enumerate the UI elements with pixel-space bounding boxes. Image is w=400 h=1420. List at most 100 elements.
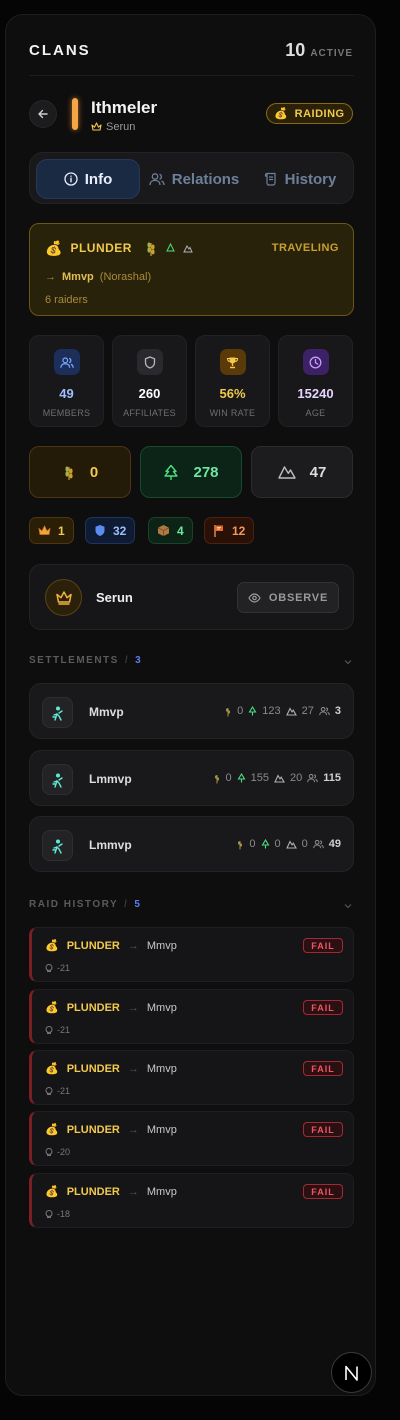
current-raid-card: 💰 PLUNDER TRAVELING → Mmvp (Norashal) 6 … [29, 223, 354, 316]
settlement-wood: 0 [274, 838, 281, 850]
tab-info[interactable]: Info [36, 159, 140, 199]
raid-history-row[interactable]: 💰 PLUNDER → Mmvp FAIL -18 [29, 1173, 354, 1228]
mountain-icon [274, 773, 285, 783]
chip-value: 1 [58, 523, 65, 538]
clock-icon [302, 349, 329, 375]
raid-history-count: 5 [134, 899, 142, 910]
mountain-icon [285, 839, 297, 849]
n-logo-icon [344, 1365, 358, 1381]
users-icon [149, 173, 165, 186]
settlement-food: 0 [225, 772, 232, 784]
arrow: → [127, 939, 139, 952]
raid-target: Mmvp [146, 939, 177, 952]
raid-loss: -21 [45, 1086, 70, 1096]
leader-name: Serun [96, 590, 133, 605]
raid-history-row[interactable]: 💰 PLUNDER → Mmvp FAIL -20 [29, 1111, 354, 1166]
raid-history-row[interactable]: 💰 PLUNDER → Mmvp FAIL -21 [29, 1050, 354, 1105]
raid-status: TRAVELING [271, 242, 339, 254]
next-logo-button[interactable] [331, 1352, 372, 1393]
stat-members: 49 MEMBERS [29, 335, 104, 427]
users-icon [53, 349, 80, 375]
skull-icon [45, 1210, 53, 1218]
tab-history[interactable]: History [250, 159, 350, 199]
raiders-count: 6 raiders [45, 294, 88, 306]
chip-shield: 32 [85, 517, 136, 544]
crown-icon [91, 122, 102, 131]
raid-result-badge: FAIL [303, 1061, 343, 1076]
chevron-down-icon[interactable] [343, 901, 353, 911]
raid-type: PLUNDER [70, 241, 132, 255]
tree-icon [164, 464, 179, 480]
crown-icon [38, 525, 51, 535]
scroll-icon [264, 172, 276, 186]
farmer-icon [51, 773, 63, 788]
tree-icon [237, 773, 246, 783]
separator: / [124, 899, 129, 910]
raid-history-row[interactable]: 💰 PLUNDER → Mmvp FAIL -21 [29, 989, 354, 1044]
settlement-food: 0 [249, 838, 256, 850]
settlement-stone: 20 [290, 772, 303, 784]
money-bag-icon: 💰 [45, 940, 59, 952]
raid-target-owner: (Norashal) [99, 271, 152, 283]
arrow: → [127, 1062, 139, 1075]
stat-age: 15240 AGE [278, 335, 353, 427]
banner-icon [214, 524, 223, 537]
clan-color-bar [72, 98, 78, 130]
settlement-row[interactable]: Mmvp 0 123 27 3 [29, 683, 354, 739]
stat-value: 56% [219, 386, 246, 401]
settlement-row[interactable]: Lmmvp 0 0 0 49 [29, 816, 354, 872]
resource-stone: 47 [251, 446, 353, 498]
settlements-title: SETTLEMENTS [29, 655, 119, 666]
raid-loss: -20 [45, 1147, 70, 1157]
stat-label: AFFILIATES [123, 408, 176, 418]
observe-button[interactable]: OBSERVE [237, 582, 339, 613]
settlement-pop: 49 [328, 838, 341, 850]
arrow: → [127, 1185, 139, 1198]
active-count-label: ACTIVE [310, 48, 353, 59]
skull-icon [45, 964, 53, 972]
tab-history-label: History [284, 170, 337, 188]
raid-target: Mmvp [146, 1185, 177, 1198]
resource-value: 47 [309, 463, 327, 481]
raid-target-name[interactable]: Mmvp [62, 271, 94, 283]
tab-bar: Info Relations History [29, 152, 354, 204]
settlement-row[interactable]: Lmmvp 0 155 20 115 [29, 750, 354, 806]
clan-leader-name: Serun [106, 121, 136, 133]
raid-loss: -21 [45, 1025, 70, 1035]
stat-label: AGE [305, 408, 326, 418]
resource-value: 0 [89, 463, 99, 481]
settlement-stats: 0 155 20 115 [213, 772, 341, 784]
settlement-stone: 0 [301, 838, 308, 850]
wheat-icon [238, 840, 243, 849]
stat-value: 49 [59, 386, 74, 401]
wheat-icon [65, 466, 73, 480]
settlements-header[interactable]: SETTLEMENTS / 3 [29, 655, 142, 666]
chevron-down-icon[interactable] [343, 657, 353, 667]
skull-icon [45, 1087, 53, 1095]
chip-value: 32 [113, 523, 127, 538]
raid-loss: -21 [45, 963, 70, 973]
raid-history-header[interactable]: RAID HISTORY / 5 [29, 899, 141, 910]
back-button[interactable] [29, 100, 57, 128]
users-icon [307, 773, 319, 783]
raid-type: PLUNDER [66, 1001, 120, 1014]
chip-banner: 12 [204, 517, 255, 544]
tab-relations[interactable]: Relations [144, 159, 244, 199]
clan-leader: Serun [91, 121, 135, 133]
money-bag-icon: 💰 [45, 1124, 59, 1136]
wheat-icon [214, 774, 219, 783]
tab-info-label: Info [84, 170, 113, 188]
stat-value: 260 [138, 386, 161, 401]
status-badge-label: RAIDING [294, 107, 345, 120]
raid-loss-value: -21 [57, 1025, 71, 1035]
wheat-icon [147, 242, 155, 256]
shield-icon [136, 349, 163, 375]
tab-relations-label: Relations [171, 170, 240, 188]
skull-icon [45, 1026, 53, 1034]
stat-affiliates: 260 AFFILIATES [112, 335, 187, 427]
raid-loss-value: -18 [57, 1209, 71, 1219]
raid-result-badge: FAIL [303, 938, 343, 953]
settlement-wood: 123 [262, 705, 281, 717]
raid-history-row[interactable]: 💰 PLUNDER → Mmvp FAIL -21 [29, 927, 354, 982]
settlement-name: Lmmvp [89, 772, 132, 786]
